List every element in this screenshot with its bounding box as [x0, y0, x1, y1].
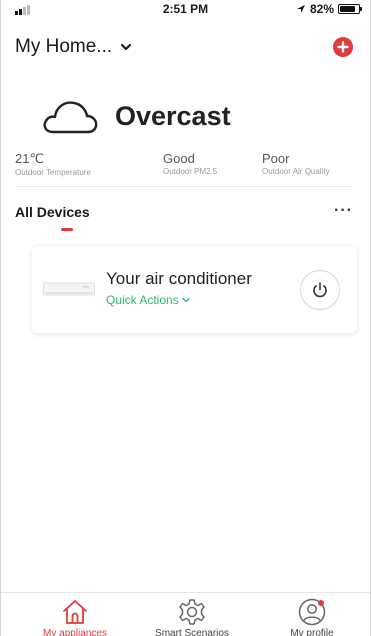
status-bar: 2:51 PM 82%	[1, 0, 370, 18]
home-icon	[63, 600, 87, 624]
weather-condition: Overcast	[115, 100, 231, 131]
gear-icon	[179, 599, 205, 625]
notification-dot	[318, 600, 324, 606]
power-icon	[313, 282, 327, 298]
quick-actions-label: Quick Actions	[106, 293, 179, 307]
weather-stats: 21℃ Outdoor Temperature Good Outdoor PM2…	[15, 151, 352, 187]
device-card[interactable]: Your air conditioner Quick Actions	[32, 246, 357, 333]
power-button[interactable]	[300, 270, 340, 310]
stat-value: Good	[163, 151, 195, 166]
device-name: Your air conditioner	[106, 269, 252, 288]
home-label: My Home...	[15, 36, 113, 57]
weather-summary: Overcast	[41, 96, 231, 136]
stat-label: Outdoor Temperature	[15, 168, 91, 177]
more-options-button[interactable]: ···	[334, 203, 353, 219]
status-right: 82%	[296, 2, 362, 16]
stat-value: 21℃	[15, 151, 45, 166]
nav-label: My appliances	[43, 628, 107, 636]
nav-smart-scenarios[interactable]: Smart Scenarios	[137, 593, 247, 636]
battery-icon	[338, 4, 362, 14]
battery-percent: 82%	[309, 2, 334, 16]
home-selector[interactable]: My Home...	[15, 36, 132, 58]
nav-my-appliances[interactable]: My appliances	[20, 593, 130, 636]
chevron-down-icon	[121, 43, 132, 51]
nav-label: My profile	[290, 628, 334, 636]
all-devices-tab[interactable]: All Devices	[15, 204, 90, 220]
outdoor-pm25: Good Outdoor PM2.5	[163, 151, 217, 176]
outdoor-air-quality: Poor Outdoor Air Quality	[262, 151, 330, 176]
nav-my-profile[interactable]: My profile	[257, 593, 367, 636]
plus-icon	[337, 41, 349, 53]
air-conditioner-image	[43, 282, 95, 296]
app-screen: 2:51 PM 82% My Home... Overcast 21℃ Outd…	[0, 0, 371, 636]
stat-label: Outdoor Air Quality	[262, 167, 330, 176]
stat-value: Poor	[262, 151, 290, 166]
profile-icon	[298, 598, 326, 626]
nav-label: Smart Scenarios	[155, 628, 229, 636]
quick-actions-toggle[interactable]: Quick Actions	[106, 293, 190, 307]
active-tab-indicator	[61, 228, 73, 231]
cloud-icon	[43, 101, 98, 134]
outdoor-temperature: 21℃ Outdoor Temperature	[15, 151, 91, 177]
chevron-down-icon	[182, 297, 190, 303]
stat-label: Outdoor PM2.5	[163, 167, 218, 176]
bottom-navigation: My appliances Smart Scenarios My profile	[1, 592, 370, 636]
location-arrow-icon	[296, 5, 305, 13]
add-device-button[interactable]	[333, 37, 353, 57]
